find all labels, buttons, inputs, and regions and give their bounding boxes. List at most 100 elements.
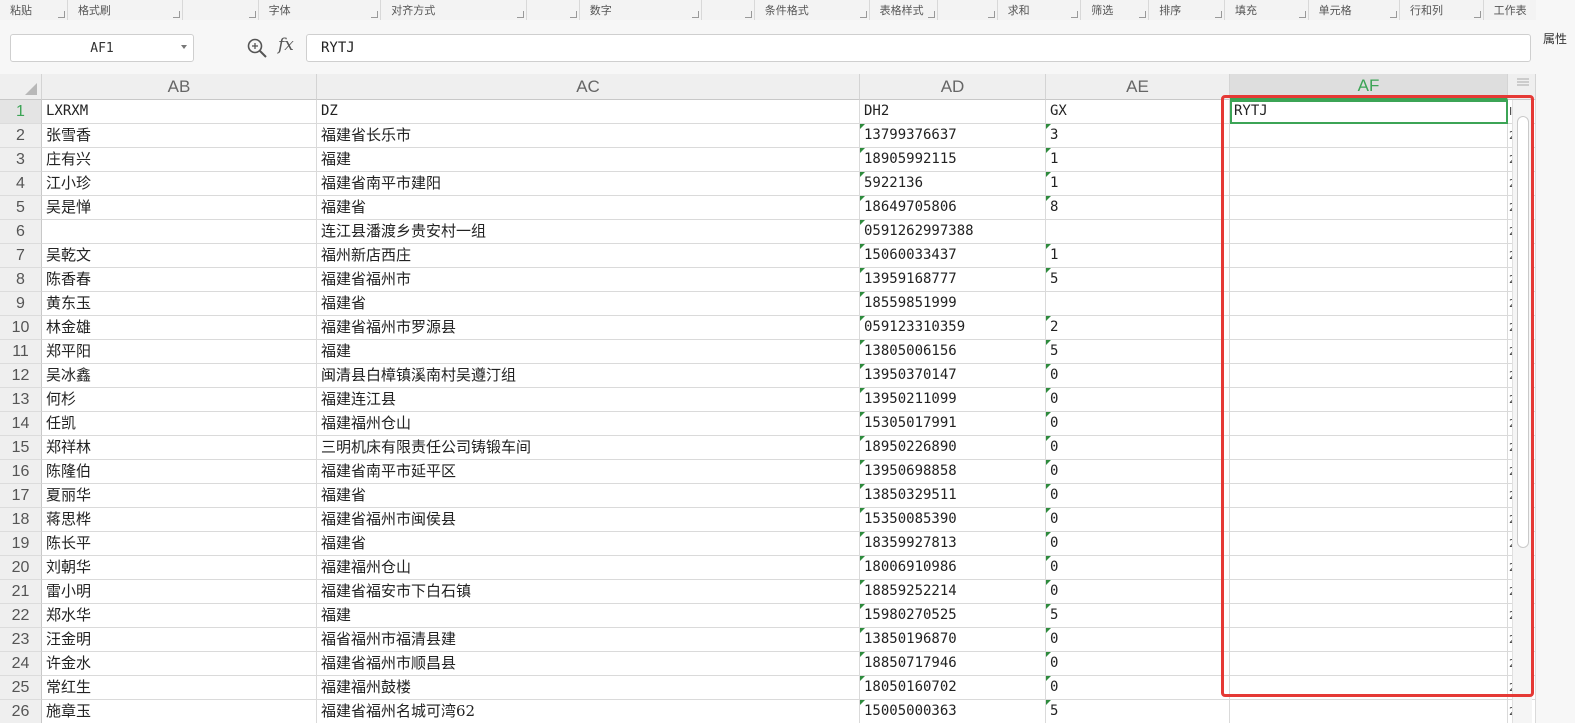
ribbon-group[interactable] [527,0,580,20]
cell-ad[interactable]: 13950698858 [860,460,1046,484]
row-number[interactable]: 15 [0,436,42,460]
cell-ab[interactable]: 郑祥林 [42,436,317,460]
fx-function-icon[interactable]: fx [278,35,294,55]
chevron-down-icon[interactable] [181,45,187,49]
cell-ab[interactable]: LXRXM [42,100,317,124]
cell-ab[interactable]: 汪金明 [42,628,317,652]
row-number[interactable]: 7 [0,244,42,268]
dialog-launcher-icon[interactable] [57,11,65,18]
cell-ab[interactable]: 蒋思桦 [42,508,317,532]
row-number[interactable]: 19 [0,532,42,556]
cell-ad[interactable]: 15980270525 [860,604,1046,628]
cell-ad[interactable]: 059123310359 [860,316,1046,340]
cell-ac[interactable]: 福建省福州市罗源县 [317,316,860,340]
cell-ad[interactable]: 18050160702 [860,676,1046,700]
dialog-launcher-icon[interactable] [744,11,752,18]
cell-af[interactable] [1230,172,1508,196]
row-number[interactable]: 13 [0,388,42,412]
ribbon-group[interactable]: 对齐方式 [381,0,528,20]
column-header-ae[interactable]: AE [1046,74,1230,100]
cell-af[interactable] [1230,292,1508,316]
cell-ad[interactable]: 13950370147 [860,364,1046,388]
dialog-launcher-icon[interactable] [1298,11,1306,18]
cell-ad[interactable]: 13850329511 [860,484,1046,508]
cell-ab[interactable]: 任凯 [42,412,317,436]
row-number[interactable]: 25 [0,676,42,700]
cell-af[interactable] [1230,316,1508,340]
row-number[interactable]: 23 [0,628,42,652]
ribbon-group[interactable]: 表格样式 [870,0,938,20]
dialog-launcher-icon[interactable] [1071,11,1079,18]
row-number[interactable]: 26 [0,700,42,723]
row-number[interactable]: 8 [0,268,42,292]
cell-af[interactable] [1230,508,1508,532]
cell-ad[interactable]: 5922136 [860,172,1046,196]
ribbon-group[interactable]: 求和 [998,0,1082,20]
cell-ae[interactable]: 0 [1046,412,1230,436]
cell-ad[interactable]: 15350085390 [860,508,1046,532]
cell-ad[interactable]: 13850196870 [860,628,1046,652]
row-number[interactable]: 4 [0,172,42,196]
row-number[interactable]: 18 [0,508,42,532]
cell-ab[interactable]: 陈隆伯 [42,460,317,484]
ribbon-group[interactable]: 行和列 [1400,0,1484,20]
cell-ab[interactable]: 许金水 [42,652,317,676]
cell-ab[interactable]: 陈长平 [42,532,317,556]
cell-af[interactable] [1230,676,1508,700]
row-number[interactable]: 11 [0,340,42,364]
dialog-launcher-icon[interactable] [1473,11,1481,18]
row-number[interactable]: 1 [0,100,42,124]
cell-ac[interactable]: 福建省福州市 [317,268,860,292]
cell-af[interactable] [1230,244,1508,268]
column-header-ac[interactable]: AC [317,74,860,100]
cell-ac[interactable]: 福建省 [317,484,860,508]
cell-af[interactable] [1230,148,1508,172]
row-number[interactable]: 22 [0,604,42,628]
cell-af[interactable] [1230,412,1508,436]
cell-ac[interactable]: 福建省福州市闽侯县 [317,508,860,532]
column-header-ab[interactable]: AB [42,74,317,100]
column-header-af[interactable]: AF [1230,74,1508,100]
row-number[interactable]: 6 [0,220,42,244]
row-number[interactable]: 20 [0,556,42,580]
cell-af[interactable] [1230,364,1508,388]
dialog-launcher-icon[interactable] [859,11,867,18]
cell-ac[interactable]: 福建连江县 [317,388,860,412]
row-number[interactable]: 5 [0,196,42,220]
cell-af[interactable] [1230,652,1508,676]
row-number[interactable]: 3 [0,148,42,172]
cell-ac[interactable]: 福建省 [317,292,860,316]
dialog-launcher-icon[interactable] [569,11,577,18]
cell-af[interactable] [1230,388,1508,412]
cell-ad[interactable]: 18359927813 [860,532,1046,556]
ribbon-group[interactable]: 字体 [259,0,382,20]
cell-ac[interactable]: 三明机床有限责任公司铸锻车间 [317,436,860,460]
vertical-scrollbar[interactable] [1512,100,1532,723]
cell-ad[interactable]: 13799376637 [860,124,1046,148]
cell-ab[interactable] [42,220,317,244]
cell-af[interactable] [1230,700,1508,723]
cell-ac[interactable]: 福建省南平市延平区 [317,460,860,484]
cell-ae[interactable]: 0 [1046,532,1230,556]
dialog-launcher-icon[interactable] [172,11,180,18]
cell-ae[interactable]: 1 [1046,244,1230,268]
column-header-ad[interactable]: AD [860,74,1046,100]
dialog-launcher-icon[interactable] [692,11,700,18]
cell-ae[interactable]: 3 [1046,124,1230,148]
cell-ad[interactable]: 18649705806 [860,196,1046,220]
row-number[interactable]: 14 [0,412,42,436]
dialog-launcher-icon[interactable] [1139,11,1147,18]
cell-ad[interactable]: DH2 [860,100,1046,124]
cell-ae[interactable]: 0 [1046,436,1230,460]
cell-af[interactable] [1230,628,1508,652]
cell-ae[interactable]: 5 [1046,700,1230,723]
cell-ac[interactable]: 福建省长乐市 [317,124,860,148]
cell-ac[interactable]: 福建福州鼓楼 [317,676,860,700]
cell-ab[interactable]: 陈香春 [42,268,317,292]
cell-ac[interactable]: 福省福州市福清县建 [317,628,860,652]
cell-ad[interactable]: 15060033437 [860,244,1046,268]
cell-ac[interactable]: 连江县潘渡乡贵安村一组 [317,220,860,244]
cell-ae[interactable]: 5 [1046,268,1230,292]
dialog-launcher-icon[interactable] [927,11,935,18]
cell-af[interactable] [1230,436,1508,460]
